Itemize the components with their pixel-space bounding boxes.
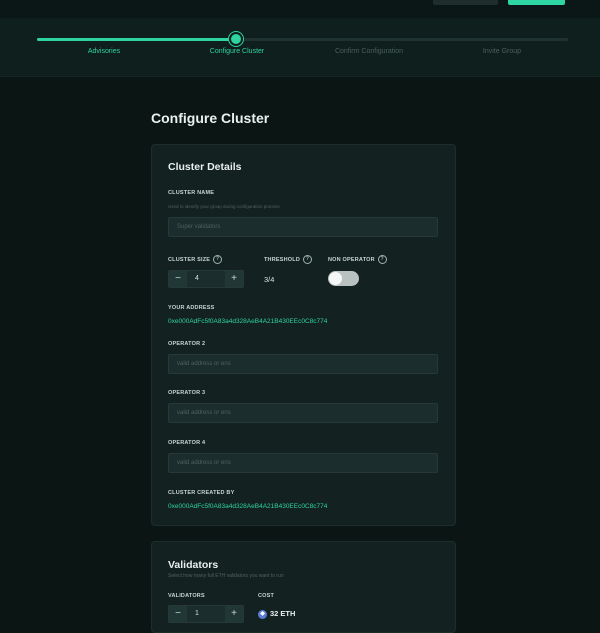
cluster-name-input[interactable]: Super validators (168, 217, 438, 237)
operator-4-label: OPERATOR 4 (168, 440, 206, 446)
cluster-size-label-text: CLUSTER SIZE (168, 256, 211, 263)
validators-card: Validators Select how many full ETH vali… (151, 541, 456, 633)
secondary-header-button[interactable] (433, 0, 498, 5)
ethereum-icon: ◆ (258, 609, 267, 619)
threshold-value: 3/4 (264, 275, 275, 284)
step-invite-group: Invite Group (482, 48, 522, 55)
stepper-current-dot (231, 34, 241, 44)
toggle-knob (329, 272, 342, 285)
created-by-value: 0xe000AdFc5f0A83a4d328AeB4A21B430EEc0C8c… (168, 503, 328, 510)
cluster-size-value[interactable]: 4 (195, 275, 199, 282)
non-operator-label-text: NON OPERATOR (328, 256, 375, 263)
operator-2-input[interactable]: valid address or ens (168, 354, 438, 374)
cluster-size-label: CLUSTER SIZE? (168, 255, 223, 264)
non-operator-toggle[interactable] (328, 271, 359, 286)
threshold-label: THRESHOLD? (264, 255, 313, 264)
top-bar (0, 0, 600, 18)
step-configure-cluster[interactable]: Configure Cluster (177, 48, 297, 55)
validators-value[interactable]: 1 (195, 610, 199, 617)
operator-2-placeholder: valid address or ens (177, 361, 231, 367)
card-title: Validators (168, 559, 219, 571)
help-icon[interactable]: ? (377, 255, 387, 264)
cluster-size-stepper: − 4 + (168, 270, 244, 288)
validators-stepper: − 1 + (168, 605, 244, 623)
operator-3-input[interactable]: valid address or ens (168, 403, 438, 423)
your-address-value: 0xe000AdFc5f0A83a4d328AeB4A21B430EEc0C8c… (168, 318, 328, 325)
created-by-label: CLUSTER CREATED BY (168, 490, 235, 496)
cluster-name-hint: Used to identify your group during confi… (168, 204, 280, 209)
operator-4-input[interactable]: valid address or ens (168, 453, 438, 473)
validators-label: VALIDATORS (168, 593, 205, 599)
step-advisories[interactable]: Advisories (44, 48, 164, 55)
decrement-button[interactable]: − (169, 271, 187, 287)
operator-3-label: OPERATOR 3 (168, 390, 206, 396)
operator-2-label: OPERATOR 2 (168, 341, 206, 347)
step-confirm-configuration: Confirm Configuration (334, 48, 404, 55)
operator-3-placeholder: valid address or ens (177, 410, 231, 416)
your-address-label: YOUR ADDRESS (168, 305, 215, 311)
operator-4-placeholder: valid address or ens (177, 460, 231, 466)
progress-stepper: Advisories Configure Cluster Confirm Con… (0, 18, 600, 77)
cost-label: COST (258, 593, 275, 599)
card-title: Cluster Details (168, 161, 242, 173)
cluster-name-placeholder: Super validators (177, 224, 221, 230)
stepper-progress (37, 38, 237, 41)
cluster-details-card: Cluster Details CLUSTER NAME Used to ide… (151, 144, 456, 526)
help-icon[interactable]: ? (303, 255, 313, 264)
cost-value-text: 32 ETH (270, 609, 296, 618)
help-icon[interactable]: ? (213, 255, 223, 264)
primary-header-button[interactable] (508, 0, 565, 5)
cost-value: ◆ 32 ETH (258, 609, 295, 619)
increment-button[interactable]: + (225, 271, 243, 287)
non-operator-label: NON OPERATOR? (328, 255, 387, 264)
page-title: Configure Cluster (151, 110, 270, 126)
threshold-label-text: THRESHOLD (264, 256, 301, 263)
validators-hint: Select how many full ETH validators you … (168, 573, 284, 579)
cluster-name-label: CLUSTER NAME (168, 190, 215, 196)
